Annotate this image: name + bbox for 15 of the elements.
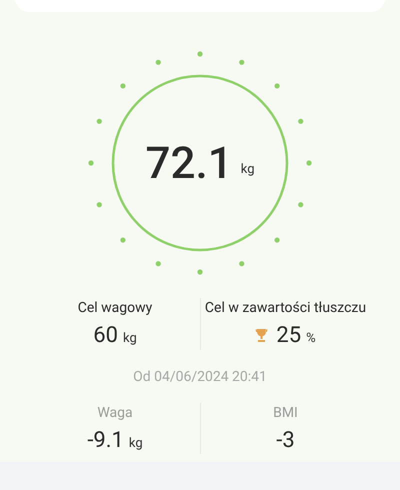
stat-value: 60 xyxy=(93,322,118,350)
stat-label: BMI xyxy=(273,404,298,422)
stat-unit: kg xyxy=(122,330,137,348)
stat-unit: % xyxy=(306,330,316,348)
since-date: Od 04/06/2024 20:41 xyxy=(133,368,267,386)
stat-unit: kg xyxy=(128,434,143,452)
stat-value: -3 xyxy=(276,426,295,454)
stat-value: -9.1 xyxy=(87,426,124,454)
stat-label: Cel wagowy xyxy=(78,299,152,318)
stat-label: Waga xyxy=(97,404,133,422)
stat-value: 25 xyxy=(276,322,302,350)
stat-label: Cel w zawartości tłuszczu xyxy=(204,299,366,318)
trophy-icon xyxy=(255,328,268,344)
weight-unit: kg xyxy=(240,161,254,180)
weight-value: 72.1 xyxy=(145,141,233,185)
